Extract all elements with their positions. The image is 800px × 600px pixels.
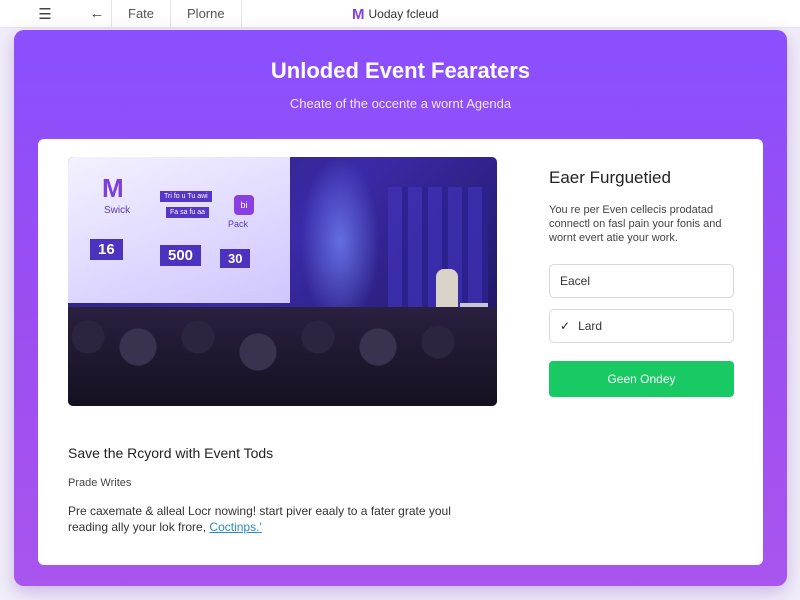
panel-description: You re per Even cellecis prodatad connec…: [549, 204, 722, 244]
screen-stat: 16: [90, 239, 123, 260]
brand-name: Uoday fcleud: [368, 7, 439, 21]
event-photo: M Swick Tri fo u Tu awi Fa sa fu aa bi P…: [68, 157, 497, 406]
screen-chip: Fa sa fu aa: [166, 207, 210, 218]
top-bar: ☰ ← Fate Plorne M Uoday fcleud: [0, 0, 800, 28]
brand-logo-icon: M: [352, 5, 365, 23]
presentation-screen: M Swick Tri fo u Tu awi Fa sa fu aa bi P…: [68, 157, 290, 303]
stage-light: [300, 157, 380, 327]
section-link[interactable]: Coctinps.': [209, 520, 261, 534]
cta-button[interactable]: Geen Ondey: [549, 361, 734, 397]
tab-fate[interactable]: Fate: [112, 0, 170, 28]
screen-caption: Swick: [104, 205, 131, 216]
section-title: Save the Rcyord with Event Tods: [68, 445, 274, 461]
tab-plorne[interactable]: Plorne: [171, 0, 241, 28]
hero-title: Unloded Event Fearaters: [270, 58, 531, 83]
section-subtitle: Prade Writes: [68, 477, 132, 489]
content-card: M Swick Tri fo u Tu awi Fa sa fu aa bi P…: [38, 139, 763, 565]
panel-title: Eaer Furguetied: [549, 168, 671, 187]
divider: [240, 0, 242, 28]
checkmark-icon: ✓: [560, 319, 571, 333]
screen-stat: 30: [220, 249, 251, 268]
brand[interactable]: M Uoday fcleud: [352, 0, 439, 28]
option-field-eacel[interactable]: Eacel: [549, 264, 734, 298]
screen-logo: M: [102, 173, 124, 203]
audience: [68, 307, 497, 406]
hero-frame: Unloded Event Fearaters Cheate of the oc…: [14, 30, 787, 586]
option-label: Eacel: [560, 274, 591, 288]
option-field-lard[interactable]: ✓ Lard: [549, 309, 734, 343]
screen-badge-caption: Pack: [228, 219, 249, 229]
menu-icon[interactable]: ☰: [31, 0, 59, 28]
screen-badge: bi: [234, 195, 254, 215]
hero-subtitle: Cheate of the occente a wornt Agenda: [289, 96, 512, 111]
screen-stat: 500: [160, 245, 202, 266]
option-label: Lard: [578, 319, 603, 333]
back-arrow-icon[interactable]: ←: [83, 0, 111, 28]
screen-chip: Tri fo u Tu awi: [160, 191, 212, 202]
section-body: Pre caxemate & alleal Locr nowing! start…: [68, 503, 488, 535]
